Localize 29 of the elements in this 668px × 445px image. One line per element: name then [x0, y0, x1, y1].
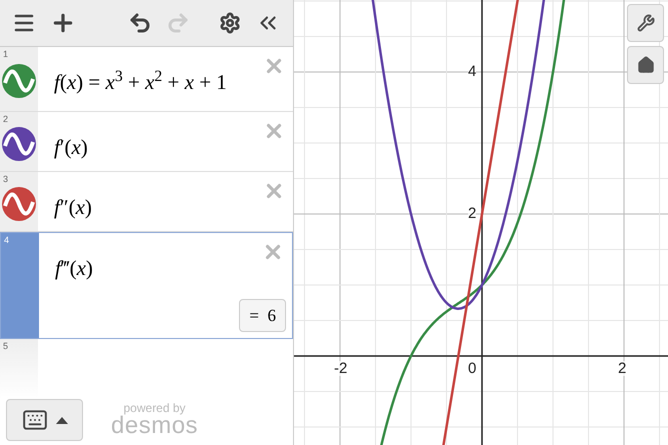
axis-tick-label: -2 [334, 361, 348, 376]
expression-row[interactable]: 4 f‴(x) = 6 [0, 232, 293, 339]
math-expression[interactable]: f‴(x) [39, 233, 292, 284]
evaluation-result: = 6 [239, 298, 286, 332]
keyboard-button[interactable] [6, 399, 83, 441]
home-button[interactable] [627, 46, 664, 84]
math-expression[interactable]: f(x) = x$^{3}$ + x$^{2}$ + x + 1 [38, 47, 293, 98]
graph-style-icon[interactable] [2, 126, 36, 160]
settings-icon[interactable] [219, 12, 241, 34]
graph-style-icon[interactable] [2, 186, 36, 220]
home-icon [636, 56, 654, 74]
axis-tick-label: 2 [618, 361, 626, 376]
graph-settings-button[interactable] [627, 4, 664, 42]
row-number: 4 [4, 236, 10, 245]
axis-tick-label: 4 [468, 64, 476, 79]
row-number: 3 [3, 175, 8, 184]
row-number: 2 [3, 115, 8, 124]
graph-style-icon[interactable] [2, 64, 36, 98]
row-number: 1 [3, 50, 8, 59]
caret-up-icon [56, 416, 68, 424]
graph-canvas-drawing[interactable] [294, 0, 668, 445]
wrench-icon [636, 14, 654, 32]
row-number: 5 [3, 342, 8, 351]
math-expression[interactable]: f′(x) [38, 112, 293, 164]
axis-tick-label: 0 [468, 361, 476, 376]
powered-by-text: powered by [124, 402, 186, 414]
undo-icon[interactable] [128, 11, 152, 35]
axis-tick-label: 2 [468, 206, 476, 221]
math-expression[interactable]: f″(x) [38, 172, 293, 224]
